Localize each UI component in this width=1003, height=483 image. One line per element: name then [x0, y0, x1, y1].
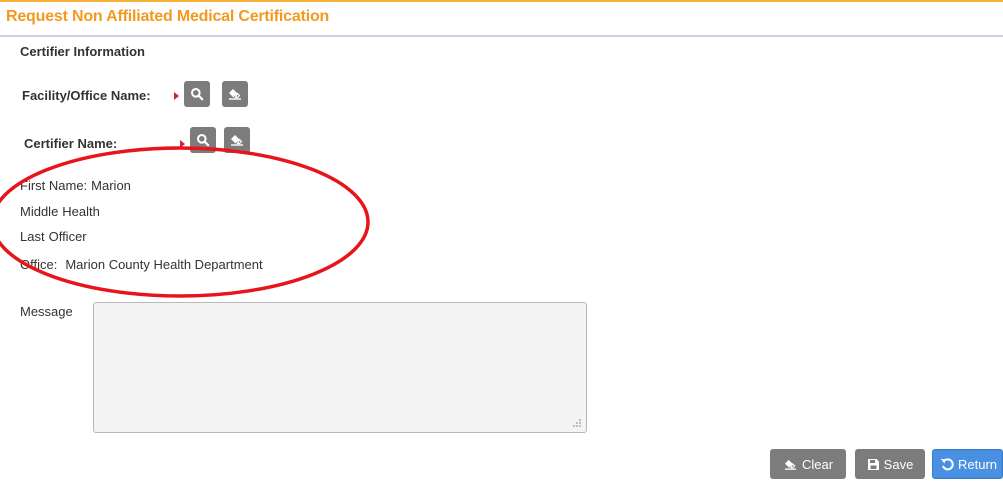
search-icon	[191, 88, 204, 101]
return-button-label: Return	[958, 456, 998, 472]
header-top-rule	[0, 0, 1003, 2]
eraser-icon	[229, 89, 241, 100]
certifier-name-label: Certifier Name:	[24, 136, 118, 151]
last-name-row: Last Officer	[20, 229, 87, 244]
eraser-icon	[231, 135, 243, 146]
clear-button[interactable]: Clear	[770, 449, 846, 479]
resize-grip-icon[interactable]	[570, 416, 582, 428]
first-name-label: First Name:	[20, 178, 88, 193]
certifier-search-button[interactable]	[190, 127, 216, 153]
middle-name-row: Middle Health	[20, 204, 100, 219]
clear-button-label: Clear	[801, 456, 834, 472]
page-title: Request Non Affiliated Medical Certifica…	[6, 8, 330, 25]
message-textarea[interactable]	[93, 302, 587, 433]
facility-clear-button[interactable]	[222, 81, 248, 107]
undo-arrow-icon	[940, 458, 954, 471]
certifier-required-marker	[180, 140, 185, 148]
facility-required-marker	[174, 92, 179, 100]
middle-name-value: Health	[62, 204, 100, 219]
first-name-value: Marion	[91, 178, 131, 193]
first-name-row: First Name: Marion	[20, 178, 131, 193]
last-name-label: Last	[20, 229, 45, 244]
facility-office-name-label: Facility/Office Name:	[22, 88, 151, 103]
office-label: Office:	[20, 257, 58, 272]
title-divider	[0, 35, 1003, 37]
message-label: Message	[20, 304, 73, 319]
floppy-disk-icon	[867, 458, 879, 470]
return-button[interactable]: Return	[932, 449, 1003, 479]
save-button[interactable]: Save	[855, 449, 925, 479]
eraser-icon	[784, 459, 797, 470]
certifier-section-heading: Certifier Information	[20, 44, 145, 59]
office-value: Marion County Health Department	[65, 257, 263, 272]
last-name-value: Officer	[48, 229, 87, 244]
middle-name-label: Middle	[20, 204, 59, 219]
certifier-clear-button[interactable]	[224, 127, 250, 153]
save-button-label: Save	[883, 456, 914, 472]
facility-search-button[interactable]	[184, 81, 210, 107]
office-row: Office: Marion County Health Department	[20, 257, 263, 272]
search-icon	[197, 134, 210, 147]
